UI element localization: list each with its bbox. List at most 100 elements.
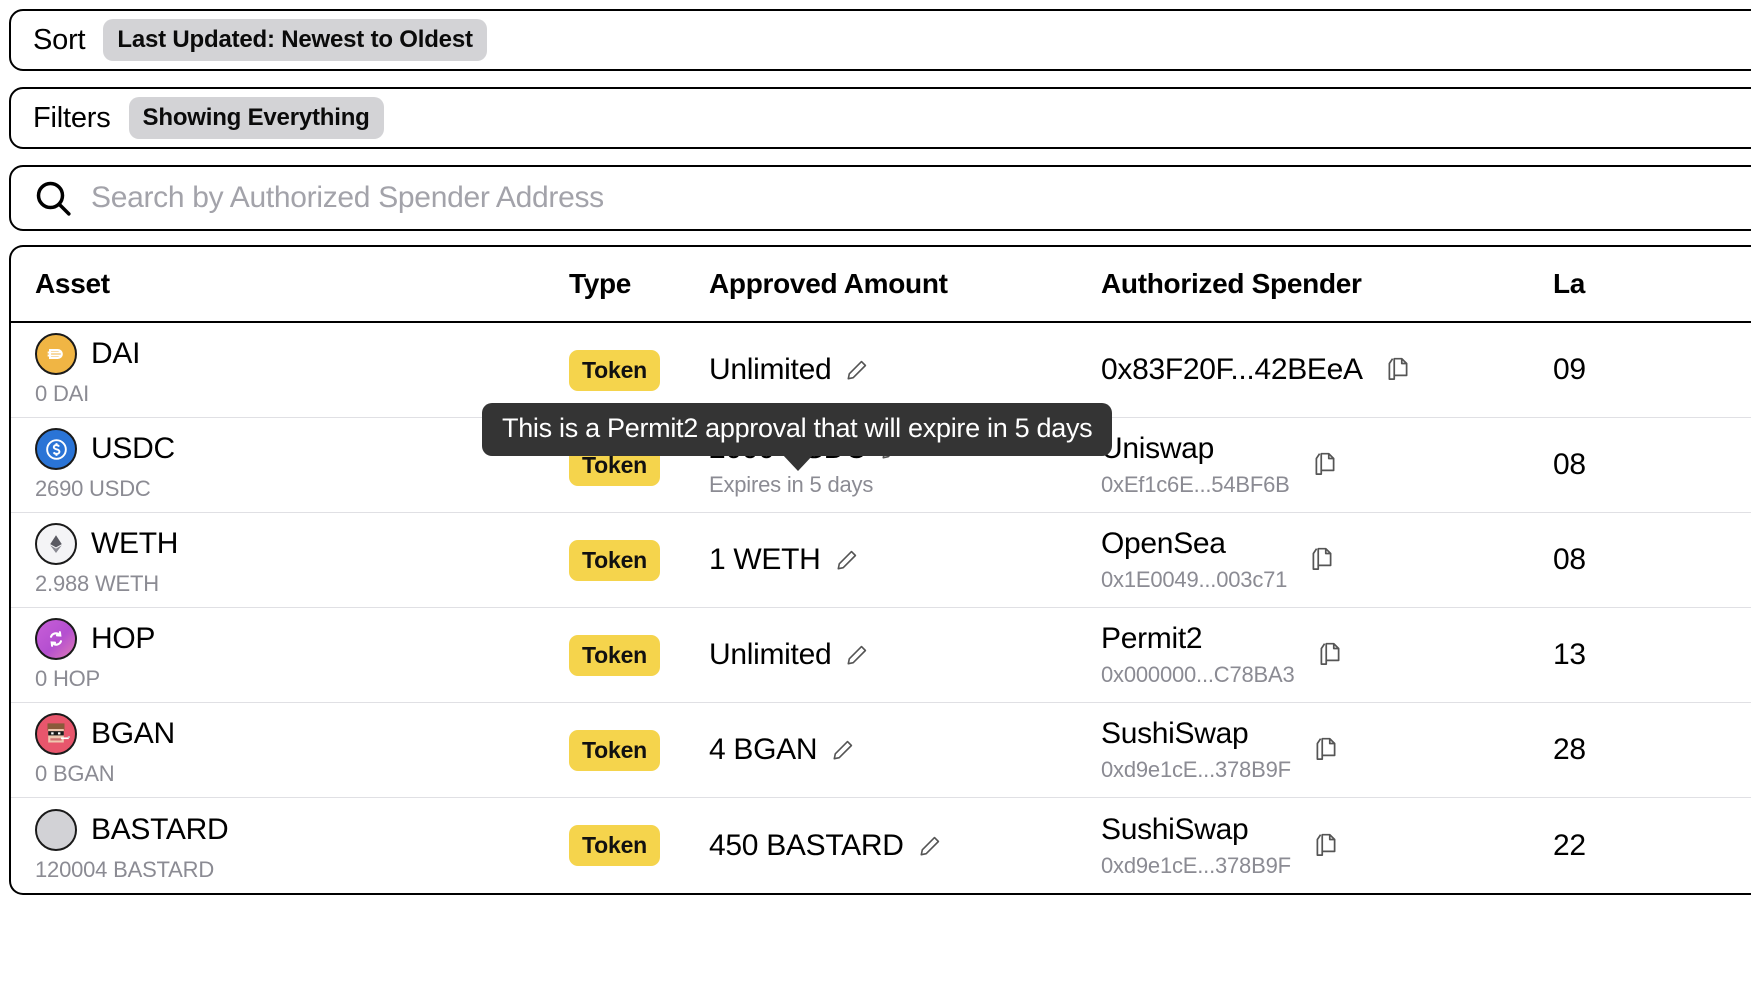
- last-updated-cell: 22: [1553, 829, 1751, 863]
- search-input[interactable]: [91, 181, 1751, 215]
- filters-label: Filters: [33, 102, 111, 135]
- spender-address: 0xd9e1cE...378B9F: [1101, 853, 1291, 879]
- type-cell: Token: [569, 540, 709, 581]
- asset-cell: WETH 2.988 WETH: [35, 523, 569, 597]
- dai-icon: [35, 333, 77, 375]
- copy-icon[interactable]: [1313, 736, 1339, 764]
- amount-cell: 4 BGAN: [709, 733, 1101, 767]
- last-updated-value: 08: [1553, 448, 1586, 481]
- pencil-icon[interactable]: [835, 548, 859, 572]
- table-row[interactable]: WETH 2.988 WETH Token 1 WETH: [11, 513, 1751, 608]
- column-header-last-updated[interactable]: La: [1553, 268, 1751, 300]
- amount-cell: Unlimited: [709, 353, 1101, 387]
- asset-balance: 0 HOP: [35, 666, 569, 692]
- column-header-asset[interactable]: Asset: [35, 268, 569, 300]
- search-bar[interactable]: [9, 165, 1751, 231]
- permit2-tooltip: This is a Permit2 approval that will exp…: [482, 403, 1112, 456]
- spender-cell: Permit2 0x000000...C78BA3: [1101, 622, 1553, 688]
- last-updated-cell: 08: [1553, 543, 1751, 577]
- column-header-type[interactable]: Type: [569, 268, 709, 300]
- tooltip-text: This is a Permit2 approval that will exp…: [502, 413, 1092, 443]
- asset-cell: DAI 0 DAI: [35, 333, 569, 407]
- column-header-spender[interactable]: Authorized Spender: [1101, 268, 1553, 300]
- column-header-amount[interactable]: Approved Amount: [709, 268, 1101, 300]
- hop-icon: [35, 618, 77, 660]
- table-header-row: Asset Type Approved Amount Authorized Sp…: [11, 247, 1751, 323]
- spender-cell: OpenSea 0x1E0049...003c71: [1101, 527, 1553, 593]
- bgan-icon: [35, 713, 77, 755]
- tooltip-arrow-icon: [782, 454, 814, 471]
- spender-name: Uniswap: [1101, 432, 1290, 466]
- asset-balance: 2690 USDC: [35, 476, 569, 502]
- spender-name: OpenSea: [1101, 527, 1287, 561]
- asset-cell: BASTARD 120004 BASTARD: [35, 809, 569, 883]
- table-row[interactable]: BASTARD 120004 BASTARD Token 450 BASTARD: [11, 798, 1751, 893]
- filters-value-chip[interactable]: Showing Everything: [129, 97, 384, 139]
- sort-value-chip[interactable]: Last Updated: Newest to Oldest: [103, 19, 486, 61]
- last-updated-value: 09: [1553, 353, 1586, 386]
- type-badge: Token: [569, 730, 660, 771]
- sort-bar[interactable]: Sort Last Updated: Newest to Oldest: [9, 9, 1751, 71]
- spender-name: Permit2: [1101, 622, 1295, 656]
- filters-bar[interactable]: Filters Showing Everything: [9, 87, 1751, 149]
- last-updated-value: 22: [1553, 829, 1586, 862]
- spender-address: 0x000000...C78BA3: [1101, 662, 1295, 688]
- approval-expiry: Expires in 5 days: [709, 472, 1101, 498]
- spender-address: 0x1E0049...003c71: [1101, 567, 1287, 593]
- type-cell: Token: [569, 825, 709, 866]
- search-icon: [33, 178, 73, 218]
- approved-amount: Unlimited: [709, 353, 831, 387]
- table-row[interactable]: BGAN 0 BGAN Token 4 BGAN: [11, 703, 1751, 798]
- type-cell: Token: [569, 350, 709, 391]
- type-cell: Token: [569, 730, 709, 771]
- type-badge: Token: [569, 825, 660, 866]
- spender-cell: 0x83F20F...42BEeA: [1101, 353, 1553, 387]
- type-cell: Token: [569, 635, 709, 676]
- pencil-icon[interactable]: [845, 358, 869, 382]
- spender-name: SushiSwap: [1101, 717, 1291, 751]
- asset-balance: 120004 BASTARD: [35, 857, 569, 883]
- pencil-icon[interactable]: [831, 738, 855, 762]
- approved-amount: 4 BGAN: [709, 733, 817, 767]
- copy-icon[interactable]: [1385, 356, 1411, 384]
- amount-cell: 450 BASTARD: [709, 829, 1101, 863]
- asset-symbol: DAI: [91, 337, 140, 371]
- copy-icon[interactable]: [1312, 451, 1338, 479]
- spender-address: 0x83F20F...42BEeA: [1101, 353, 1363, 387]
- copy-icon[interactable]: [1313, 832, 1339, 860]
- last-updated-cell: 28: [1553, 733, 1751, 767]
- spender-cell: SushiSwap 0xd9e1cE...378B9F: [1101, 717, 1553, 783]
- pencil-icon[interactable]: [918, 834, 942, 858]
- type-badge: Token: [569, 540, 660, 581]
- last-updated-cell: 13: [1553, 638, 1751, 672]
- sort-label: Sort: [33, 24, 85, 57]
- approved-amount: 450 BASTARD: [709, 829, 904, 863]
- type-badge: Token: [569, 635, 660, 676]
- asset-balance: 0 BGAN: [35, 761, 569, 787]
- spender-address: 0xd9e1cE...378B9F: [1101, 757, 1291, 783]
- copy-icon[interactable]: [1309, 546, 1335, 574]
- approved-amount: Unlimited: [709, 638, 831, 672]
- asset-symbol: BASTARD: [91, 813, 228, 847]
- spender-address: 0xEf1c6E...54BF6B: [1101, 472, 1290, 498]
- asset-symbol: USDC: [91, 432, 175, 466]
- amount-cell: 1 WETH: [709, 543, 1101, 577]
- asset-symbol: HOP: [91, 622, 155, 656]
- spender-cell: Uniswap 0xEf1c6E...54BF6B: [1101, 432, 1553, 498]
- type-badge: Token: [569, 350, 660, 391]
- amount-cell: Unlimited: [709, 638, 1101, 672]
- asset-symbol: BGAN: [91, 717, 175, 751]
- asset-cell: BGAN 0 BGAN: [35, 713, 569, 787]
- last-updated-cell: 08: [1553, 448, 1751, 482]
- usdc-icon: [35, 428, 77, 470]
- bastard-icon: [35, 809, 77, 851]
- approvals-page: Sort Last Updated: Newest to Oldest Filt…: [0, 0, 1751, 986]
- approvals-table: Asset Type Approved Amount Authorized Sp…: [9, 245, 1751, 895]
- asset-symbol: WETH: [91, 527, 178, 561]
- asset-cell: HOP 0 HOP: [35, 618, 569, 692]
- last-updated-value: 08: [1553, 543, 1586, 576]
- table-row[interactable]: HOP 0 HOP Token Unlimited: [11, 608, 1751, 703]
- copy-icon[interactable]: [1317, 641, 1343, 669]
- pencil-icon[interactable]: [845, 643, 869, 667]
- weth-icon: [35, 523, 77, 565]
